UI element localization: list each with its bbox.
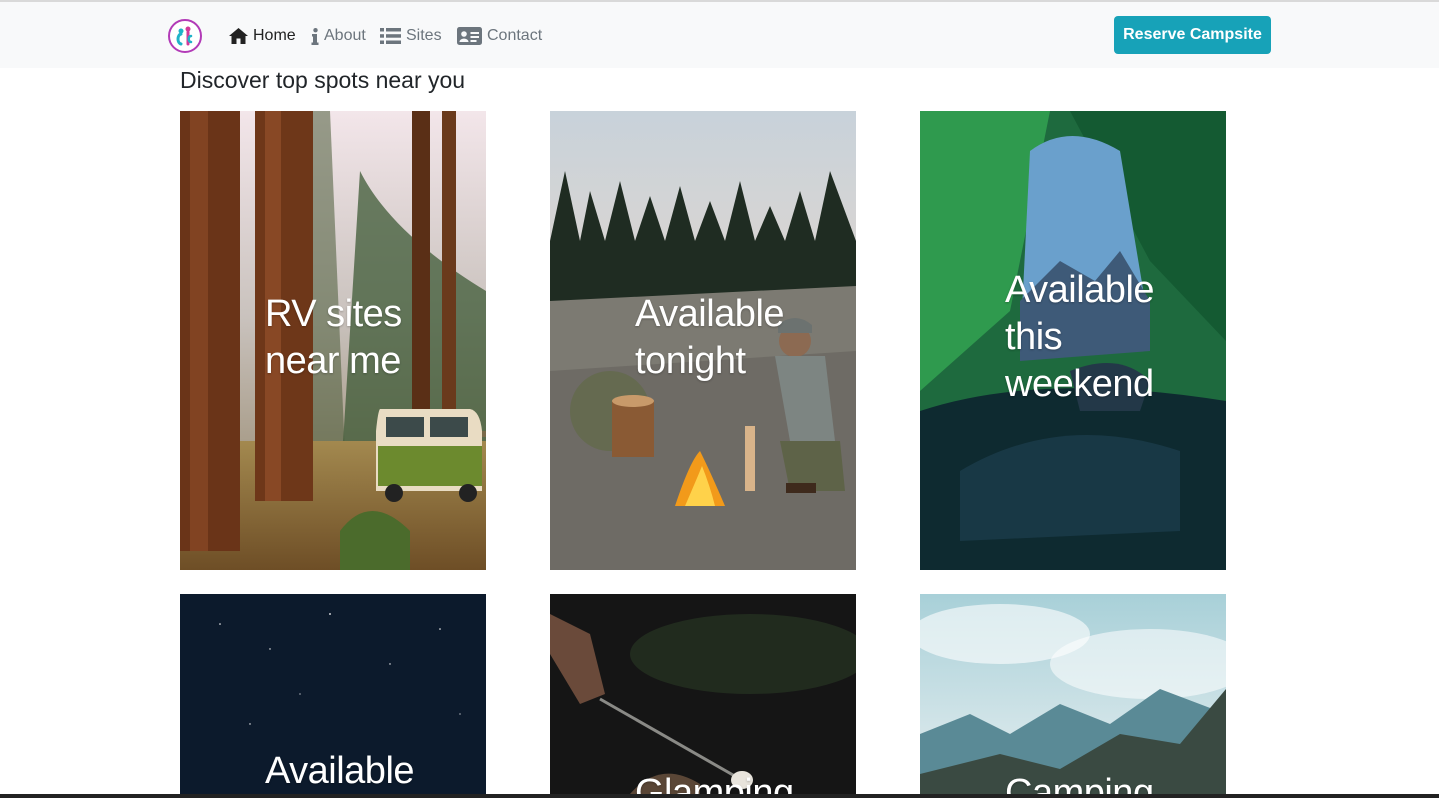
card-label: Available tonight [635, 293, 785, 382]
window-bottom-edge [0, 794, 1439, 798]
nav-sites[interactable]: Sites [380, 24, 442, 48]
home-icon [229, 28, 248, 44]
marshmallow-roast-image [550, 594, 856, 794]
info-icon [311, 27, 319, 45]
navbar: Home About Sites Contact Reserve Campsit… [0, 2, 1439, 68]
card-label: Camping [1005, 772, 1154, 794]
card-available-night[interactable]: Available [180, 594, 486, 794]
nav-home[interactable]: Home [229, 24, 296, 48]
card-camping[interactable]: Camping [920, 594, 1226, 794]
reserve-campsite-button[interactable]: Reserve Campsite [1114, 16, 1271, 54]
card-glamping[interactable]: Glamping [550, 594, 856, 794]
card-label: Available this weekend [1005, 269, 1155, 405]
card-label: Available [265, 750, 415, 792]
mountain-clouds-image [920, 594, 1226, 794]
nav-about[interactable]: About [311, 24, 366, 48]
page-heading: Discover top spots near you [180, 67, 466, 93]
nav-contact-label: Contact [487, 27, 543, 44]
card-available-tonight[interactable]: Available tonight [550, 111, 856, 570]
nav-about-label: About [324, 27, 366, 44]
card-rv-sites[interactable]: RV sites near me [180, 111, 486, 570]
card-label: Glamping [635, 772, 794, 794]
card-label: RV sites near me [265, 293, 402, 382]
nav-contact[interactable]: Contact [457, 24, 542, 48]
contact-card-icon [457, 27, 482, 45]
nav-home-label: Home [253, 27, 296, 44]
list-icon [380, 28, 401, 44]
card-available-weekend[interactable]: Available this weekend [920, 111, 1226, 570]
nav-sites-label: Sites [406, 27, 442, 44]
rc-logo-icon[interactable] [168, 19, 202, 53]
